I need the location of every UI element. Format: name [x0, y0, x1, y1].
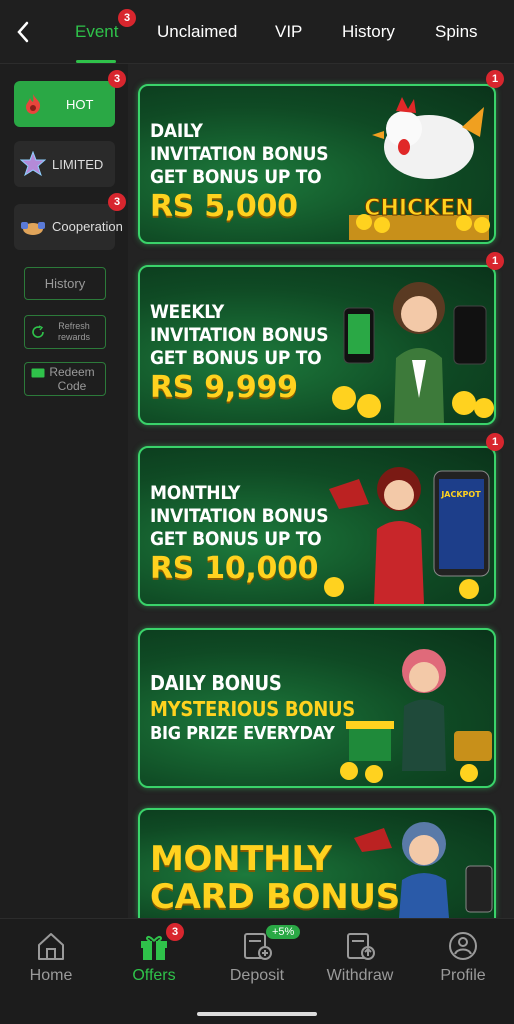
sidebar-item-limited[interactable]: LIMITED — [14, 141, 115, 187]
sidebar-item-label: HOT — [66, 96, 94, 112]
tab-spins[interactable]: Spins — [435, 20, 478, 44]
refresh-rewards-button[interactable]: Refresh rewards — [24, 315, 106, 349]
tab-event-label: Event — [75, 22, 119, 41]
nav-withdraw-label: Withdraw — [326, 967, 394, 984]
banner-subtitle: MYSTERIOUS BONUS — [150, 697, 355, 721]
nav-withdraw[interactable]: Withdraw — [315, 931, 405, 985]
sidebar-item-label: Cooperation — [52, 219, 123, 234]
chicken-road-art: CHICKEN — [349, 97, 490, 240]
art-logo-text: CHICKEN — [364, 196, 473, 221]
banner-title: MONTHLY — [150, 482, 241, 504]
withdraw-icon — [347, 933, 375, 960]
banner-title: DAILY — [150, 120, 203, 142]
handshake-icon — [20, 214, 46, 240]
active-tab-indicator — [76, 60, 116, 63]
banner-badge: 1 — [486, 433, 504, 451]
nav-profile-label: Profile — [440, 967, 486, 984]
monthly-invitation-banner[interactable]: MONTHLY INVITATION BONUS GET BONUS UP TO… — [138, 446, 496, 606]
art-logo-text: JACKPOT — [440, 490, 481, 499]
nav-offers-badge: 3 — [166, 923, 184, 941]
tab-event-badge: 3 — [118, 9, 136, 27]
banner-subtitle: INVITATION BONUS — [150, 143, 329, 165]
daily-invitation-banner[interactable]: DAILY INVITATION BONUS GET BONUS UP TO R… — [138, 84, 496, 244]
banner-badge: 1 — [486, 70, 504, 88]
category-sidebar: HOT 3 LIMITED Cooperation 3 History Refr… — [0, 64, 128, 918]
sidebar-item-hot[interactable]: HOT — [14, 81, 115, 127]
banner-subtitle: INVITATION BONUS — [150, 505, 329, 527]
banner-badge: 1 — [486, 252, 504, 270]
nav-profile[interactable]: Profile — [418, 931, 508, 985]
tab-history[interactable]: History — [342, 20, 395, 44]
tab-event[interactable]: Event — [75, 20, 118, 44]
bottom-navigation: Home Offers 3 Deposit +5% Withdraw Profi… — [0, 918, 514, 1024]
redeem-code-button[interactable]: Redeem Code — [24, 362, 106, 396]
daily-mysterious-banner[interactable]: DAILY BONUS MYSTERIOUS BONUS BIG PRIZE E… — [138, 628, 496, 788]
sidebar-hot-badge: 3 — [108, 70, 126, 88]
banner-amount: RS 9,999 — [150, 370, 298, 405]
nav-home-label: Home — [29, 967, 73, 984]
banner-subtitle: GET BONUS UP TO — [150, 166, 322, 188]
banner-subtitle: INVITATION BONUS — [150, 324, 329, 346]
tab-unclaimed[interactable]: Unclaimed — [157, 20, 237, 44]
nav-offers[interactable]: Offers — [109, 931, 199, 985]
banner-amount: RS 10,000 — [150, 551, 319, 586]
refresh-rewards-label: Refresh rewards — [57, 321, 90, 342]
deposit-bonus-pill: +5% — [266, 925, 301, 939]
star-icon — [20, 151, 46, 177]
sidebar-item-label: LIMITED — [52, 156, 104, 172]
pilot-girl-art — [332, 282, 494, 423]
banner-subtitle: GET BONUS UP TO — [150, 347, 322, 369]
monthly-card-banner[interactable]: MONTHLY CARD BONUS — [138, 808, 496, 918]
weekly-invitation-banner[interactable]: WEEKLY INVITATION BONUS GET BONUS UP TO … — [138, 265, 496, 425]
ticket-icon — [31, 368, 45, 378]
history-button[interactable]: History — [24, 267, 106, 300]
sidebar-cooperation-badge: 3 — [108, 193, 126, 211]
refresh-icon — [32, 325, 44, 338]
banner-title: WEEKLY — [150, 301, 224, 323]
blue-pilot-art — [354, 822, 493, 918]
back-button[interactable] — [10, 18, 36, 46]
home-icon — [38, 933, 64, 960]
nav-deposit-label: Deposit — [229, 967, 285, 984]
nav-deposit[interactable]: Deposit — [212, 931, 302, 985]
profile-icon — [449, 932, 477, 960]
top-tab-bar: Event 3 Unclaimed VIP History Spins — [0, 0, 514, 64]
banner-subtitle: BIG PRIZE EVERYDAY — [150, 723, 335, 744]
home-indicator — [197, 1012, 317, 1016]
flame-icon — [20, 91, 46, 117]
nav-home[interactable]: Home — [6, 931, 96, 985]
gift-icon — [141, 935, 167, 960]
gift-girl-art — [340, 649, 492, 783]
banner-subtitle: GET BONUS UP TO — [150, 528, 322, 550]
banner-title: DAILY BONUS — [150, 671, 282, 695]
chevron-left-icon — [17, 21, 29, 43]
nav-offers-label: Offers — [132, 967, 176, 984]
tab-vip[interactable]: VIP — [275, 20, 302, 44]
sidebar-item-cooperation[interactable]: Cooperation — [14, 204, 123, 250]
red-pilot-jackpot-art: JACKPOT — [324, 467, 490, 604]
redeem-code-label: Redeem Code — [49, 365, 95, 393]
banner-amount: RS 5,000 — [150, 189, 298, 224]
